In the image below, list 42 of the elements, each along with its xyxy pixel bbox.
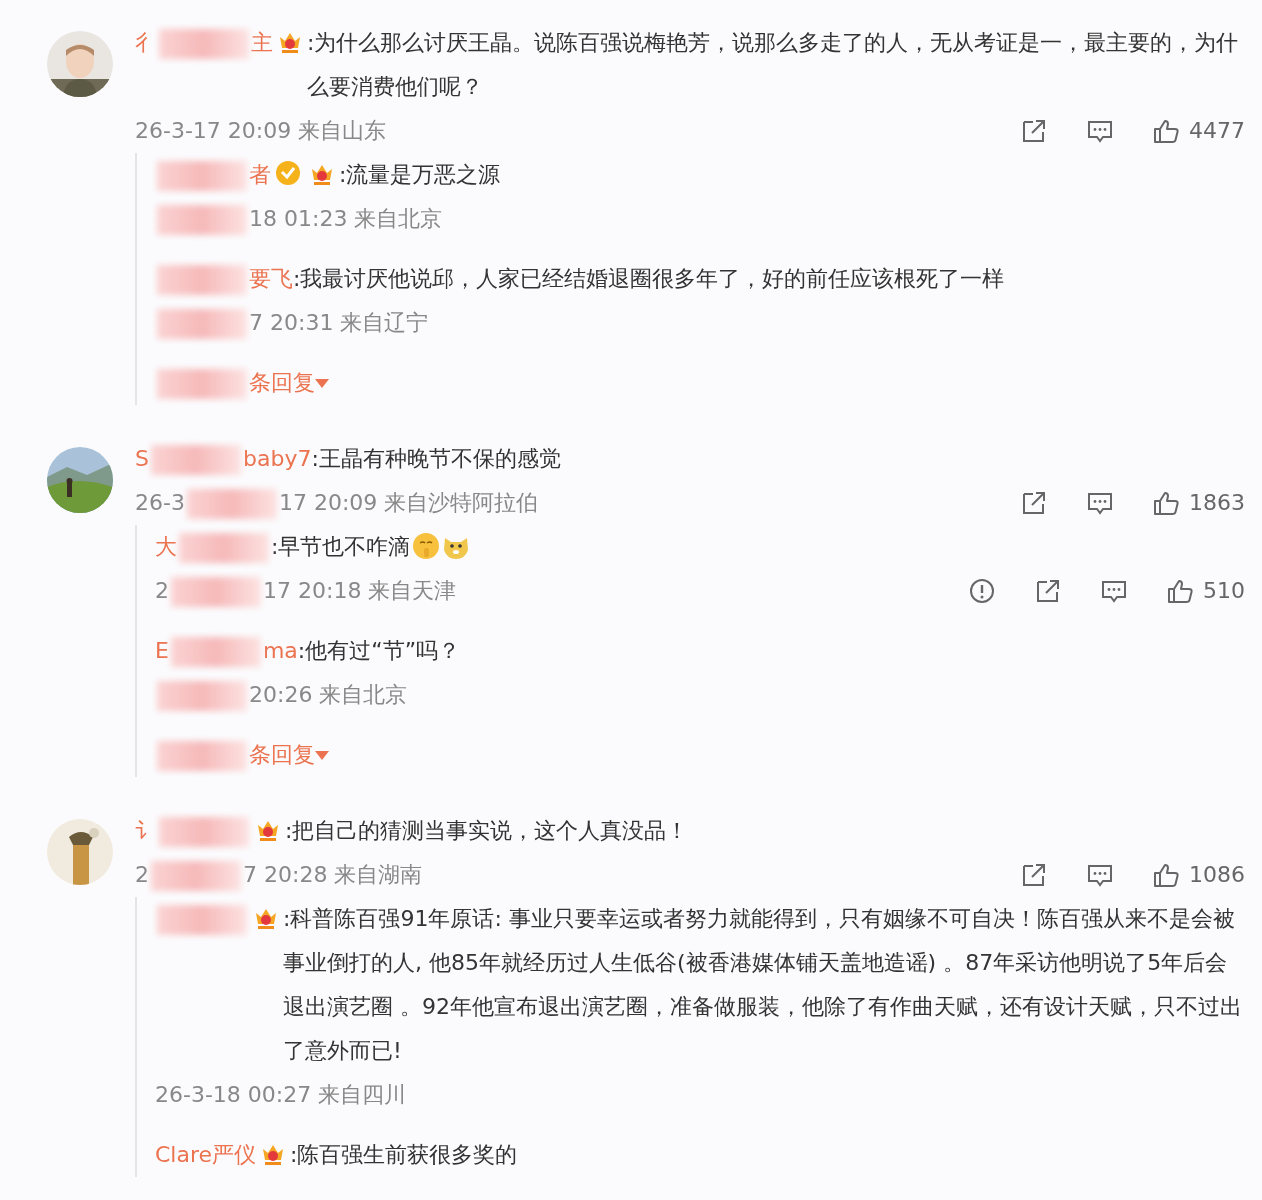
timestamp: 20:26 来自北京	[249, 682, 408, 707]
comment-text: :我最讨厌他说邱，人家已经结婚退圈很多年了，好的前任应该根死了一样	[293, 266, 1005, 291]
comment-text: :流量是万恶之源	[339, 162, 501, 187]
comment-text: :为什么那么讨厌王晶。说陈百强说梅艳芳，说那么多走了的人，无从考证是一，最主要的，为什么要消费他们呢？	[307, 30, 1239, 99]
comment-text: :把自己的猜测当事实说，这个人真没品！	[285, 818, 689, 843]
timestamp: 26-3-17 20:09 来自山东	[135, 118, 387, 143]
caret-icon	[315, 751, 329, 761]
username[interactable]: ma	[262, 638, 298, 663]
shushing-emoji-icon	[412, 532, 441, 560]
like-button[interactable]: 4477	[1151, 109, 1245, 153]
timestamp: 2	[135, 862, 149, 887]
username[interactable]: baby7	[242, 446, 312, 471]
username[interactable]: S	[135, 446, 149, 471]
timestamp: 17 20:18 来自天津	[263, 578, 457, 603]
username[interactable]: 讠	[135, 818, 157, 843]
caret-icon	[315, 379, 329, 389]
comment-text: :早节也不咋滴	[271, 534, 411, 559]
timestamp: 2	[155, 578, 169, 603]
username[interactable]: 彳	[135, 30, 157, 55]
timestamp: 7 20:28 来自湖南	[243, 862, 423, 887]
more-replies-link[interactable]: 条回复	[249, 742, 329, 767]
timestamp: 26-3-18 00:27 来自四川	[155, 1082, 407, 1107]
username[interactable]: 主	[251, 30, 273, 55]
timestamp: 17 20:09 来自沙特阿拉伯	[278, 490, 539, 515]
comment-text: :陈百强生前获很多奖的	[290, 1142, 518, 1167]
username[interactable]: 要飞	[249, 266, 293, 291]
report-icon[interactable]	[967, 576, 997, 606]
more-replies-link[interactable]: 条回复	[249, 370, 329, 395]
verified-badge-icon	[274, 159, 302, 187]
like-button[interactable]: 1863	[1151, 481, 1245, 525]
comment-text: :科普陈百强91年原话: 事业只要幸运或者努力就能得到，只有姻缘不可自决！陈百强从来不是会被事业倒打的人, 他85年就经历过人生低谷(被香港媒体铺天盖地造谣) 。87年采访他明说了5年后会退出演艺圈 。92年他宣布退出演艺圈，准备做服装，他除了有作曲天赋，还有设计天赋，只不过出了意外而已!	[283, 906, 1242, 1063]
like-button[interactable]: 1086	[1151, 853, 1245, 897]
timestamp: 26-3	[135, 490, 185, 515]
username[interactable]: Clare严仪	[155, 1142, 257, 1167]
comment-text: :王晶有种晚节不保的感觉	[311, 446, 561, 471]
comment-text: :他有过“节”吗？	[297, 638, 461, 663]
timestamp: 18 01:23 来自北京	[249, 206, 443, 231]
like-button[interactable]: 510	[1165, 569, 1245, 613]
username[interactable]: 大	[155, 534, 177, 559]
username[interactable]: 者	[249, 162, 271, 187]
username[interactable]: E	[155, 638, 169, 663]
timestamp: 7 20:31 来自辽宁	[249, 310, 429, 335]
